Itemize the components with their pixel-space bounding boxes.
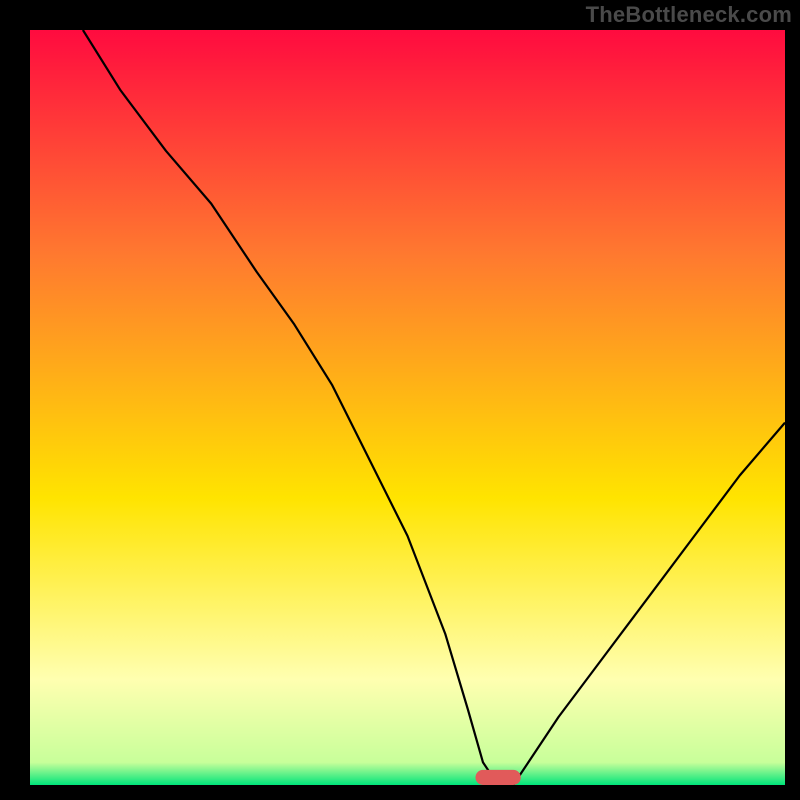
chart-frame: TheBottleneck.com [0, 0, 800, 800]
bottleneck-chart [0, 0, 800, 800]
plot-background [30, 30, 785, 785]
watermark-text: TheBottleneck.com [586, 2, 792, 28]
optimum-marker [476, 770, 521, 785]
